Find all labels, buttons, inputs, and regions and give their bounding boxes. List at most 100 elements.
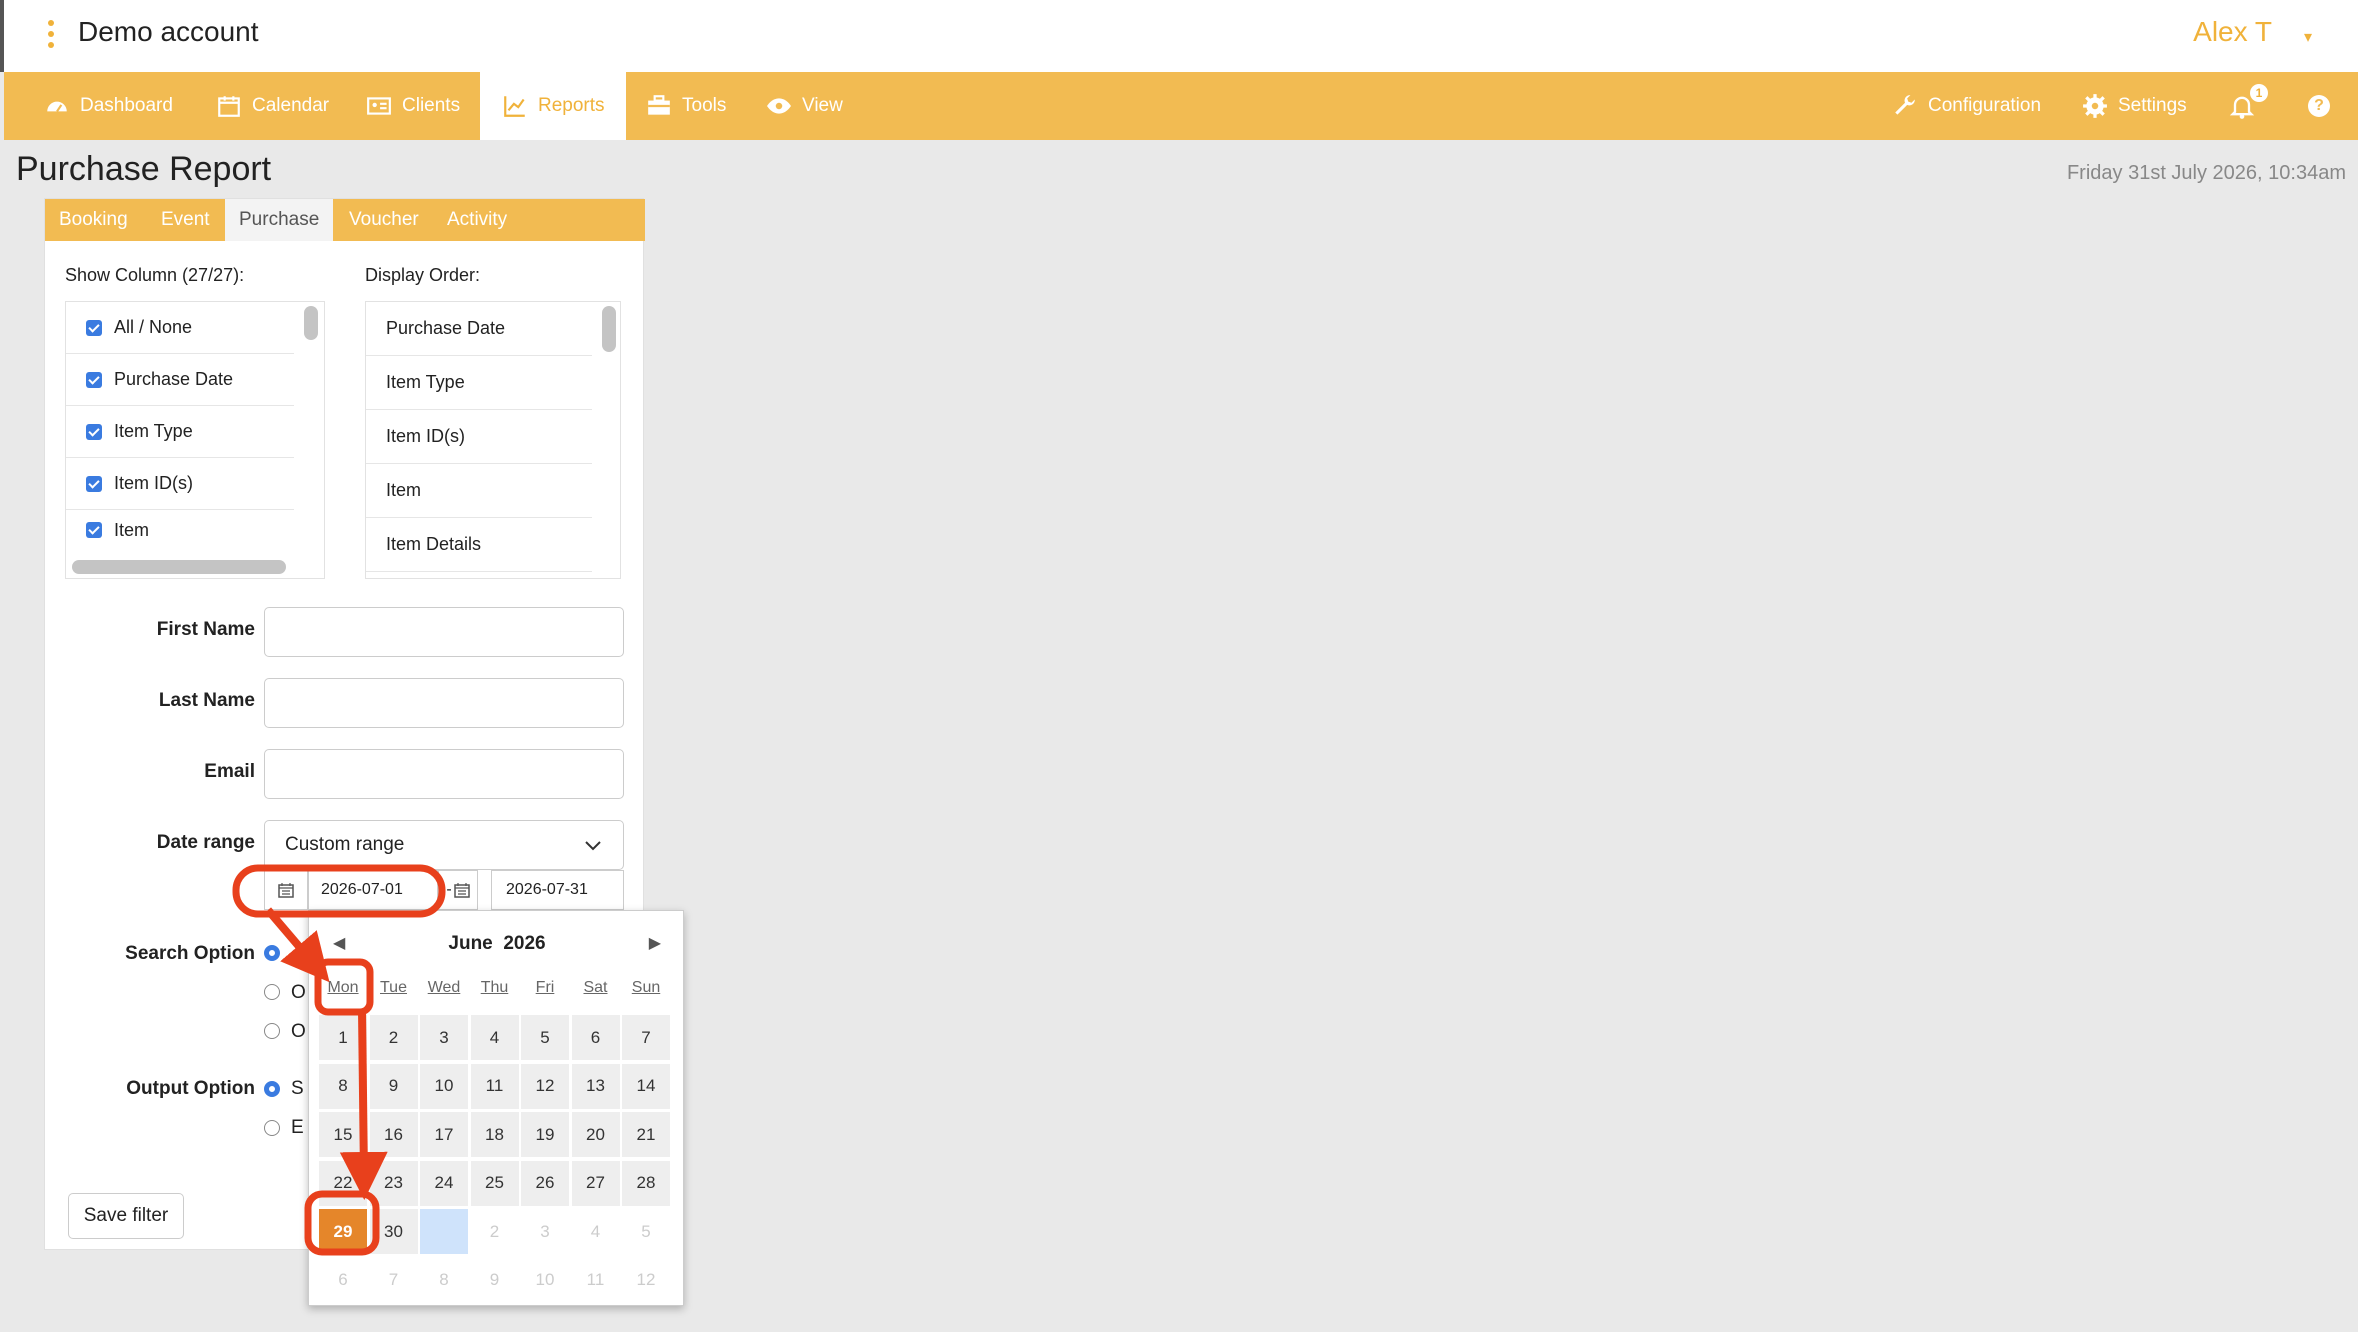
save-filter-button[interactable]: Save filter bbox=[68, 1193, 184, 1239]
date-from-calendar-button[interactable] bbox=[264, 870, 308, 910]
calendar-day[interactable]: 25 bbox=[470, 1160, 519, 1206]
calendar-day[interactable]: 12 bbox=[521, 1063, 569, 1109]
show-column-label: Show Column (27/27): bbox=[65, 265, 245, 285]
calendar-day[interactable]: 26 bbox=[521, 1160, 569, 1206]
nav-settings[interactable]: Settings bbox=[2082, 72, 2187, 140]
calendar-day[interactable]: 18 bbox=[470, 1112, 519, 1157]
calendar-day[interactable]: 27 bbox=[571, 1160, 620, 1206]
checkbox-checked[interactable] bbox=[86, 423, 102, 440]
eye-icon bbox=[767, 98, 791, 114]
calendar-day[interactable] bbox=[420, 1209, 468, 1254]
calendar-year: 2026 bbox=[503, 933, 546, 954]
checkbox-checked[interactable] bbox=[86, 371, 102, 388]
calendar-day[interactable]: 21 bbox=[622, 1112, 670, 1157]
calendar-day[interactable]: 28 bbox=[622, 1160, 670, 1206]
nav-view[interactable]: View bbox=[766, 72, 843, 140]
nav-tools[interactable]: Tools bbox=[646, 72, 726, 140]
calendar-day[interactable]: 2 bbox=[369, 1015, 418, 1060]
column-option-all[interactable]: All / None bbox=[66, 302, 294, 354]
output-option-radio-2[interactable] bbox=[264, 1120, 280, 1136]
tab-voucher[interactable]: Voucher bbox=[335, 199, 433, 241]
nav-dashboard[interactable]: Dashboard bbox=[44, 72, 173, 140]
nav-label: Reports bbox=[538, 95, 605, 116]
calendar-day[interactable]: 1 bbox=[319, 1015, 367, 1060]
calendar-day: 4 bbox=[571, 1209, 620, 1254]
column-option[interactable]: Item bbox=[66, 510, 294, 550]
nav-label: Calendar bbox=[252, 95, 330, 116]
calendar-day[interactable]: 29 bbox=[319, 1209, 367, 1254]
vertical-scrollbar[interactable] bbox=[304, 306, 318, 340]
order-item[interactable]: Item bbox=[366, 464, 592, 518]
nav-configuration[interactable]: Configuration bbox=[1892, 72, 2041, 140]
calendar-day[interactable]: 17 bbox=[420, 1112, 468, 1157]
date-from-input[interactable]: 2026-07-01 bbox=[308, 870, 438, 910]
date-range-label: Date range bbox=[156, 832, 255, 853]
notifications-button[interactable]: 1 bbox=[2228, 72, 2268, 140]
calendar-day[interactable]: 19 bbox=[521, 1112, 569, 1157]
calendar-day[interactable]: 10 bbox=[420, 1063, 468, 1109]
clients-icon bbox=[367, 97, 391, 115]
calendar-day[interactable]: 24 bbox=[420, 1160, 468, 1206]
calendar-day[interactable]: 8 bbox=[319, 1063, 367, 1109]
nav-calendar[interactable]: Calendar bbox=[216, 72, 329, 140]
calendar-day[interactable]: 6 bbox=[571, 1015, 620, 1060]
dashboard-icon bbox=[47, 101, 67, 113]
column-option[interactable]: Purchase Date bbox=[66, 354, 294, 406]
help-button[interactable]: ? bbox=[2308, 72, 2330, 140]
search-option-text-2: O bbox=[291, 982, 306, 1003]
search-option-radio-2[interactable] bbox=[264, 984, 280, 1000]
first-name-input[interactable] bbox=[264, 607, 624, 657]
vertical-scrollbar[interactable] bbox=[602, 306, 616, 352]
tab-activity[interactable]: Activity bbox=[433, 199, 521, 241]
tab-purchase[interactable]: Purchase bbox=[225, 199, 334, 241]
tab-event[interactable]: Event bbox=[147, 199, 224, 241]
last-name-input[interactable] bbox=[264, 678, 624, 728]
current-datetime: Friday 31st July 2026, 10:34am bbox=[2066, 162, 2346, 184]
search-option-radio-1[interactable] bbox=[264, 945, 280, 961]
email-input[interactable] bbox=[264, 749, 624, 799]
show-column-list: All / None Purchase Date Item Type Item … bbox=[65, 301, 325, 579]
calendar-day[interactable]: 30 bbox=[369, 1209, 418, 1254]
checkbox-checked[interactable] bbox=[86, 475, 102, 492]
calendar-day[interactable]: 4 bbox=[470, 1015, 519, 1060]
horizontal-scrollbar[interactable] bbox=[72, 560, 286, 574]
column-option[interactable]: Item ID(s) bbox=[66, 458, 294, 510]
calendar-day[interactable]: 15 bbox=[319, 1112, 367, 1157]
page-title: Purchase Report bbox=[16, 150, 272, 188]
calendar-day[interactable]: 13 bbox=[571, 1063, 620, 1109]
order-item[interactable]: Item Type bbox=[366, 356, 592, 410]
order-item[interactable]: Item ID(s) bbox=[366, 410, 592, 464]
calendar-day[interactable]: 3 bbox=[420, 1015, 468, 1060]
date-to-input[interactable]: 2026-07-31 bbox=[491, 870, 624, 910]
date-to-calendar-button[interactable]: - bbox=[438, 870, 478, 910]
column-option[interactable]: Item Type bbox=[66, 406, 294, 458]
nav-clients[interactable]: Clients bbox=[366, 72, 460, 140]
user-menu[interactable]: Alex T bbox=[2193, 16, 2272, 48]
search-option-radio-3[interactable] bbox=[264, 1023, 280, 1039]
checkbox-checked[interactable] bbox=[86, 522, 102, 538]
chevron-down-icon[interactable]: ▾ bbox=[2304, 27, 2312, 47]
checkbox-checked[interactable] bbox=[86, 319, 102, 336]
calendar-day[interactable]: 23 bbox=[369, 1160, 418, 1206]
calendar-icon bbox=[218, 96, 240, 117]
weekday-fri: Fri bbox=[535, 979, 555, 996]
calendar-day[interactable]: 16 bbox=[369, 1112, 418, 1157]
calendar-day[interactable]: 11 bbox=[470, 1063, 519, 1109]
menu-kebab-icon[interactable] bbox=[48, 20, 56, 50]
calendar-day[interactable]: 20 bbox=[571, 1112, 620, 1157]
main-nav: Dashboard Calendar Clients Reports Tools… bbox=[4, 72, 2358, 140]
order-item[interactable]: Item Details bbox=[366, 518, 592, 572]
calendar-day[interactable]: 7 bbox=[622, 1015, 670, 1060]
tab-booking[interactable]: Booking bbox=[45, 199, 142, 241]
order-item[interactable]: Purchase Date bbox=[366, 302, 592, 356]
account-name[interactable]: Demo account bbox=[78, 16, 259, 48]
calendar-day[interactable]: 22 bbox=[319, 1160, 367, 1206]
date-range-select[interactable]: Custom range bbox=[264, 820, 624, 870]
list-item-label: Item bbox=[114, 519, 150, 540]
nav-reports[interactable]: Reports bbox=[480, 72, 626, 140]
output-option-radio-1[interactable] bbox=[264, 1081, 280, 1097]
calendar-day[interactable]: 9 bbox=[369, 1063, 418, 1109]
calendar-day[interactable]: 5 bbox=[521, 1015, 569, 1060]
calendar-day[interactable]: 14 bbox=[622, 1063, 670, 1109]
next-month-icon[interactable]: ▶ bbox=[649, 933, 661, 953]
